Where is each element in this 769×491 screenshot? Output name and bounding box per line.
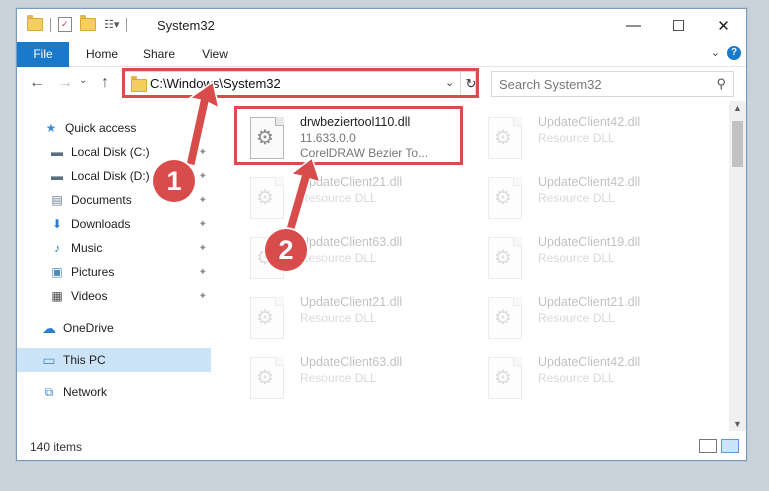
arrow-2 [285,156,322,231]
annotation-arrows [185,80,322,231]
step-1-badge: 1 [153,160,195,202]
step-2-badge: 2 [265,229,307,271]
arrow-1 [185,80,221,167]
